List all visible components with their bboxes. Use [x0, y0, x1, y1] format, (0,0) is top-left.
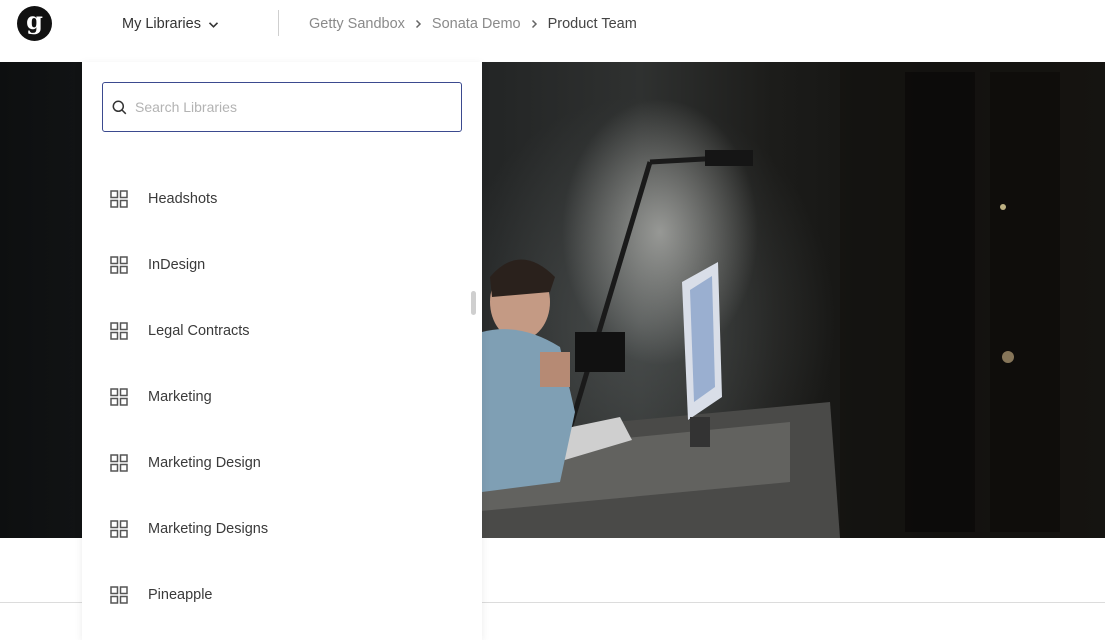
logo[interactable]: g: [17, 6, 52, 41]
library-item-label: Headshots: [148, 191, 218, 207]
library-item[interactable]: Marketing Designs: [82, 496, 482, 562]
chevron-right-icon: [531, 19, 538, 29]
logo-letter: g: [26, 6, 43, 35]
library-item-label: Legal Contracts: [148, 323, 250, 339]
library-item[interactable]: Marketing: [82, 364, 482, 430]
header-divider: [278, 10, 279, 36]
library-item-label: Marketing: [148, 389, 212, 405]
library-item[interactable]: Headshots: [82, 166, 482, 232]
breadcrumb-current: Product Team: [547, 16, 637, 32]
library-switcher[interactable]: My Libraries: [122, 14, 219, 34]
grid-icon: [110, 586, 128, 604]
library-item[interactable]: Marketing Design: [82, 430, 482, 496]
library-list: Headshots InDesign Legal Contracts Marke…: [82, 166, 482, 628]
scrollbar-thumb[interactable]: [471, 291, 476, 315]
library-item[interactable]: Pineapple: [82, 562, 482, 628]
library-item-label: Marketing Designs: [148, 521, 269, 537]
library-switcher-label: My Libraries: [122, 16, 201, 32]
search-box: [102, 82, 462, 132]
top-bar: g My Libraries Getty Sandbox Sonata Demo…: [0, 0, 1105, 62]
library-item-label: InDesign: [148, 257, 206, 273]
search-icon: [112, 100, 127, 115]
breadcrumb: Getty Sandbox Sonata Demo Product Team: [309, 14, 637, 34]
library-item-label: Marketing Design: [148, 455, 261, 471]
libraries-dropdown: Headshots InDesign Legal Contracts: [82, 62, 482, 640]
chevron-right-icon: [415, 19, 422, 29]
breadcrumb-item[interactable]: Sonata Demo: [432, 16, 521, 32]
grid-icon: [110, 454, 128, 472]
library-item[interactable]: Legal Contracts: [82, 298, 482, 364]
breadcrumb-item[interactable]: Getty Sandbox: [309, 16, 405, 32]
grid-icon: [110, 190, 128, 208]
search-input[interactable]: [135, 92, 435, 122]
grid-icon: [110, 520, 128, 538]
grid-icon: [110, 256, 128, 274]
grid-icon: [110, 388, 128, 406]
chevron-down-icon: [208, 21, 219, 28]
library-item-label: Pineapple: [148, 587, 213, 603]
grid-icon: [110, 322, 128, 340]
library-item[interactable]: InDesign: [82, 232, 482, 298]
